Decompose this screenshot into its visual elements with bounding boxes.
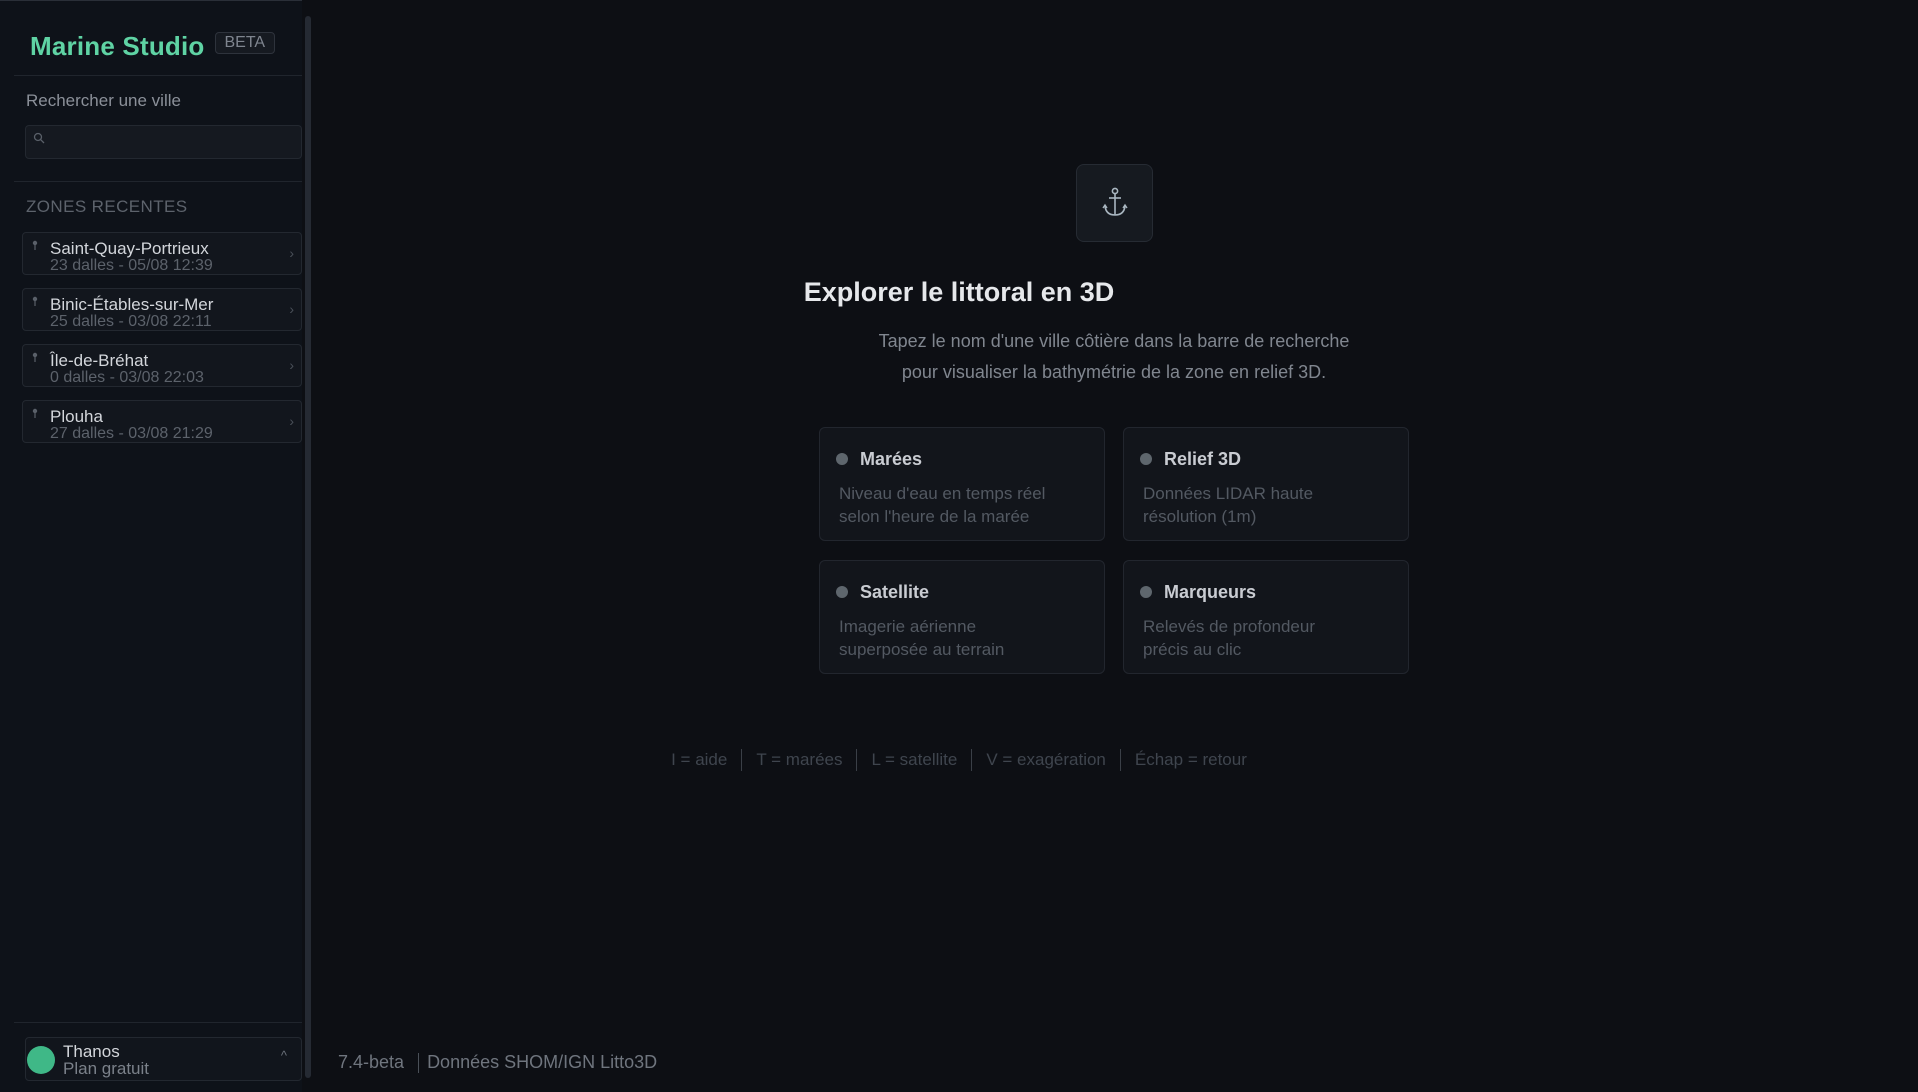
beta-badge: BETA [214,32,276,54]
feature-description-line: Niveau d'eau en temps réel [839,484,1046,503]
data-source-label: Données SHOM/IGN Litto3D [427,1052,658,1072]
shortcut-hint: V = exagération [986,750,1106,769]
anchor-icon [1101,187,1128,216]
divider [14,1022,302,1023]
feature-description-line: selon l'heure de la marée [839,507,1030,526]
footer: 7.4-beta Données SHOM/IGN Litto3D [338,1052,657,1073]
feature-title: Marqueurs [1164,582,1257,602]
feature-description-line: Imagerie aérienne [839,617,977,636]
app-root: Marine Studio BETA Rechercher une ville … [0,0,1918,1092]
feature-description-line: superposée au terrain [839,640,1005,659]
shortcut-hint: T = marées [756,750,843,769]
chevron-right-icon: › [289,357,294,373]
hero-icon-box [1076,164,1153,242]
divider [418,1052,420,1073]
chevron-right-icon: › [289,413,294,429]
hero-title: Explorer le littoral en 3D [803,277,1115,307]
recent-zone-name: Saint-Quay-Portrieux [50,239,209,258]
brand-name: Marine Studio [30,30,205,61]
version-label: 7.4-beta [338,1052,405,1072]
hero-description-line: Tapez le nom d'une ville côtière dans la… [878,331,1350,351]
feature-description: Imagerie aérienne superposée au terrain [839,615,1099,661]
feature-description: Données LIDAR haute résolution (1m) [1143,482,1403,528]
status-dot [1140,586,1152,598]
map-pin-icon [32,240,38,250]
sidebar: Marine Studio BETA Rechercher une ville … [0,0,302,1092]
divider [741,749,743,771]
chevron-up-icon: ^ [280,1048,287,1063]
divider [856,749,858,771]
feature-card-marqueurs: Marqueurs Relevés de profondeur précis a… [1123,560,1409,674]
status-dot [836,453,848,465]
recent-zone-name: Plouha [50,407,103,426]
feature-title: Relief 3D [1164,449,1242,469]
brand: Marine Studio BETA [30,29,276,63]
recent-zones-list: Saint-Quay-Portrieux 23 dalles - 05/08 1… [22,232,302,456]
feature-title: Satellite [860,582,930,602]
recent-zone-item[interactable]: Île-de-Bréhat 0 dalles - 03/08 22:03 › [22,344,302,387]
divider [1119,749,1121,771]
sidebar-resize-handle[interactable] [305,16,311,1078]
divider [14,181,302,182]
feature-description: Relevés de profondeur précis au clic [1143,615,1403,661]
recent-zone-name: Île-de-Bréhat [50,351,149,370]
user-plan: Plan gratuit [63,1059,149,1078]
feature-description: Niveau d'eau en temps réel selon l'heure… [839,482,1099,528]
search-input[interactable] [48,126,298,158]
feature-card-marees: Marées Niveau d'eau en temps réel selon … [819,427,1105,541]
recent-zone-item[interactable]: Saint-Quay-Portrieux 23 dalles - 05/08 1… [22,232,302,275]
search-icon [33,132,45,144]
hero-description-line: pour visualiser la bathymétrie de la zon… [901,362,1327,382]
status-dot [1140,453,1152,465]
status-dot [836,586,848,598]
recent-zone-meta: 23 dalles - 05/08 12:39 [50,257,213,274]
keyboard-shortcuts: I = aide T = marées L = satellite V = ex… [0,749,1918,771]
user-menu-button[interactable]: Thanos Plan gratuit ^ [25,1037,302,1081]
feature-card-relief: Relief 3D Données LIDAR haute résolution… [1123,427,1409,541]
feature-card-satellite: Satellite Imagerie aérienne superposée a… [819,560,1105,674]
map-pin-icon [32,408,38,418]
shortcut-hint: L = satellite [871,750,958,769]
feature-title: Marées [860,449,923,469]
recent-zone-item[interactable]: Plouha 27 dalles - 03/08 21:29 › [22,400,302,443]
feature-description-line: résolution (1m) [1143,507,1257,526]
chevron-right-icon: › [289,245,294,261]
shortcut-hint: Échap = retour [1134,750,1247,769]
map-pin-icon [32,352,38,362]
search-label: Rechercher une ville [26,91,181,110]
feature-description-line: Relevés de profondeur [1143,617,1316,636]
divider [14,75,302,76]
recent-zone-meta: 25 dalles - 03/08 22:11 [50,313,212,330]
shortcut-hint: I = aide [671,750,728,769]
hero-description: Tapez le nom d'une ville côtière dans la… [759,326,1469,388]
divider [971,749,973,771]
avatar [27,1046,55,1074]
recent-zones-title: ZONES RECENTES [26,197,188,216]
recent-zone-meta: 27 dalles - 03/08 21:29 [50,425,213,442]
feature-description-line: Données LIDAR haute [1143,484,1314,503]
search-box[interactable] [25,125,302,159]
feature-description-line: précis au clic [1143,640,1242,659]
recent-zone-meta: 0 dalles - 03/08 22:03 [50,369,204,386]
